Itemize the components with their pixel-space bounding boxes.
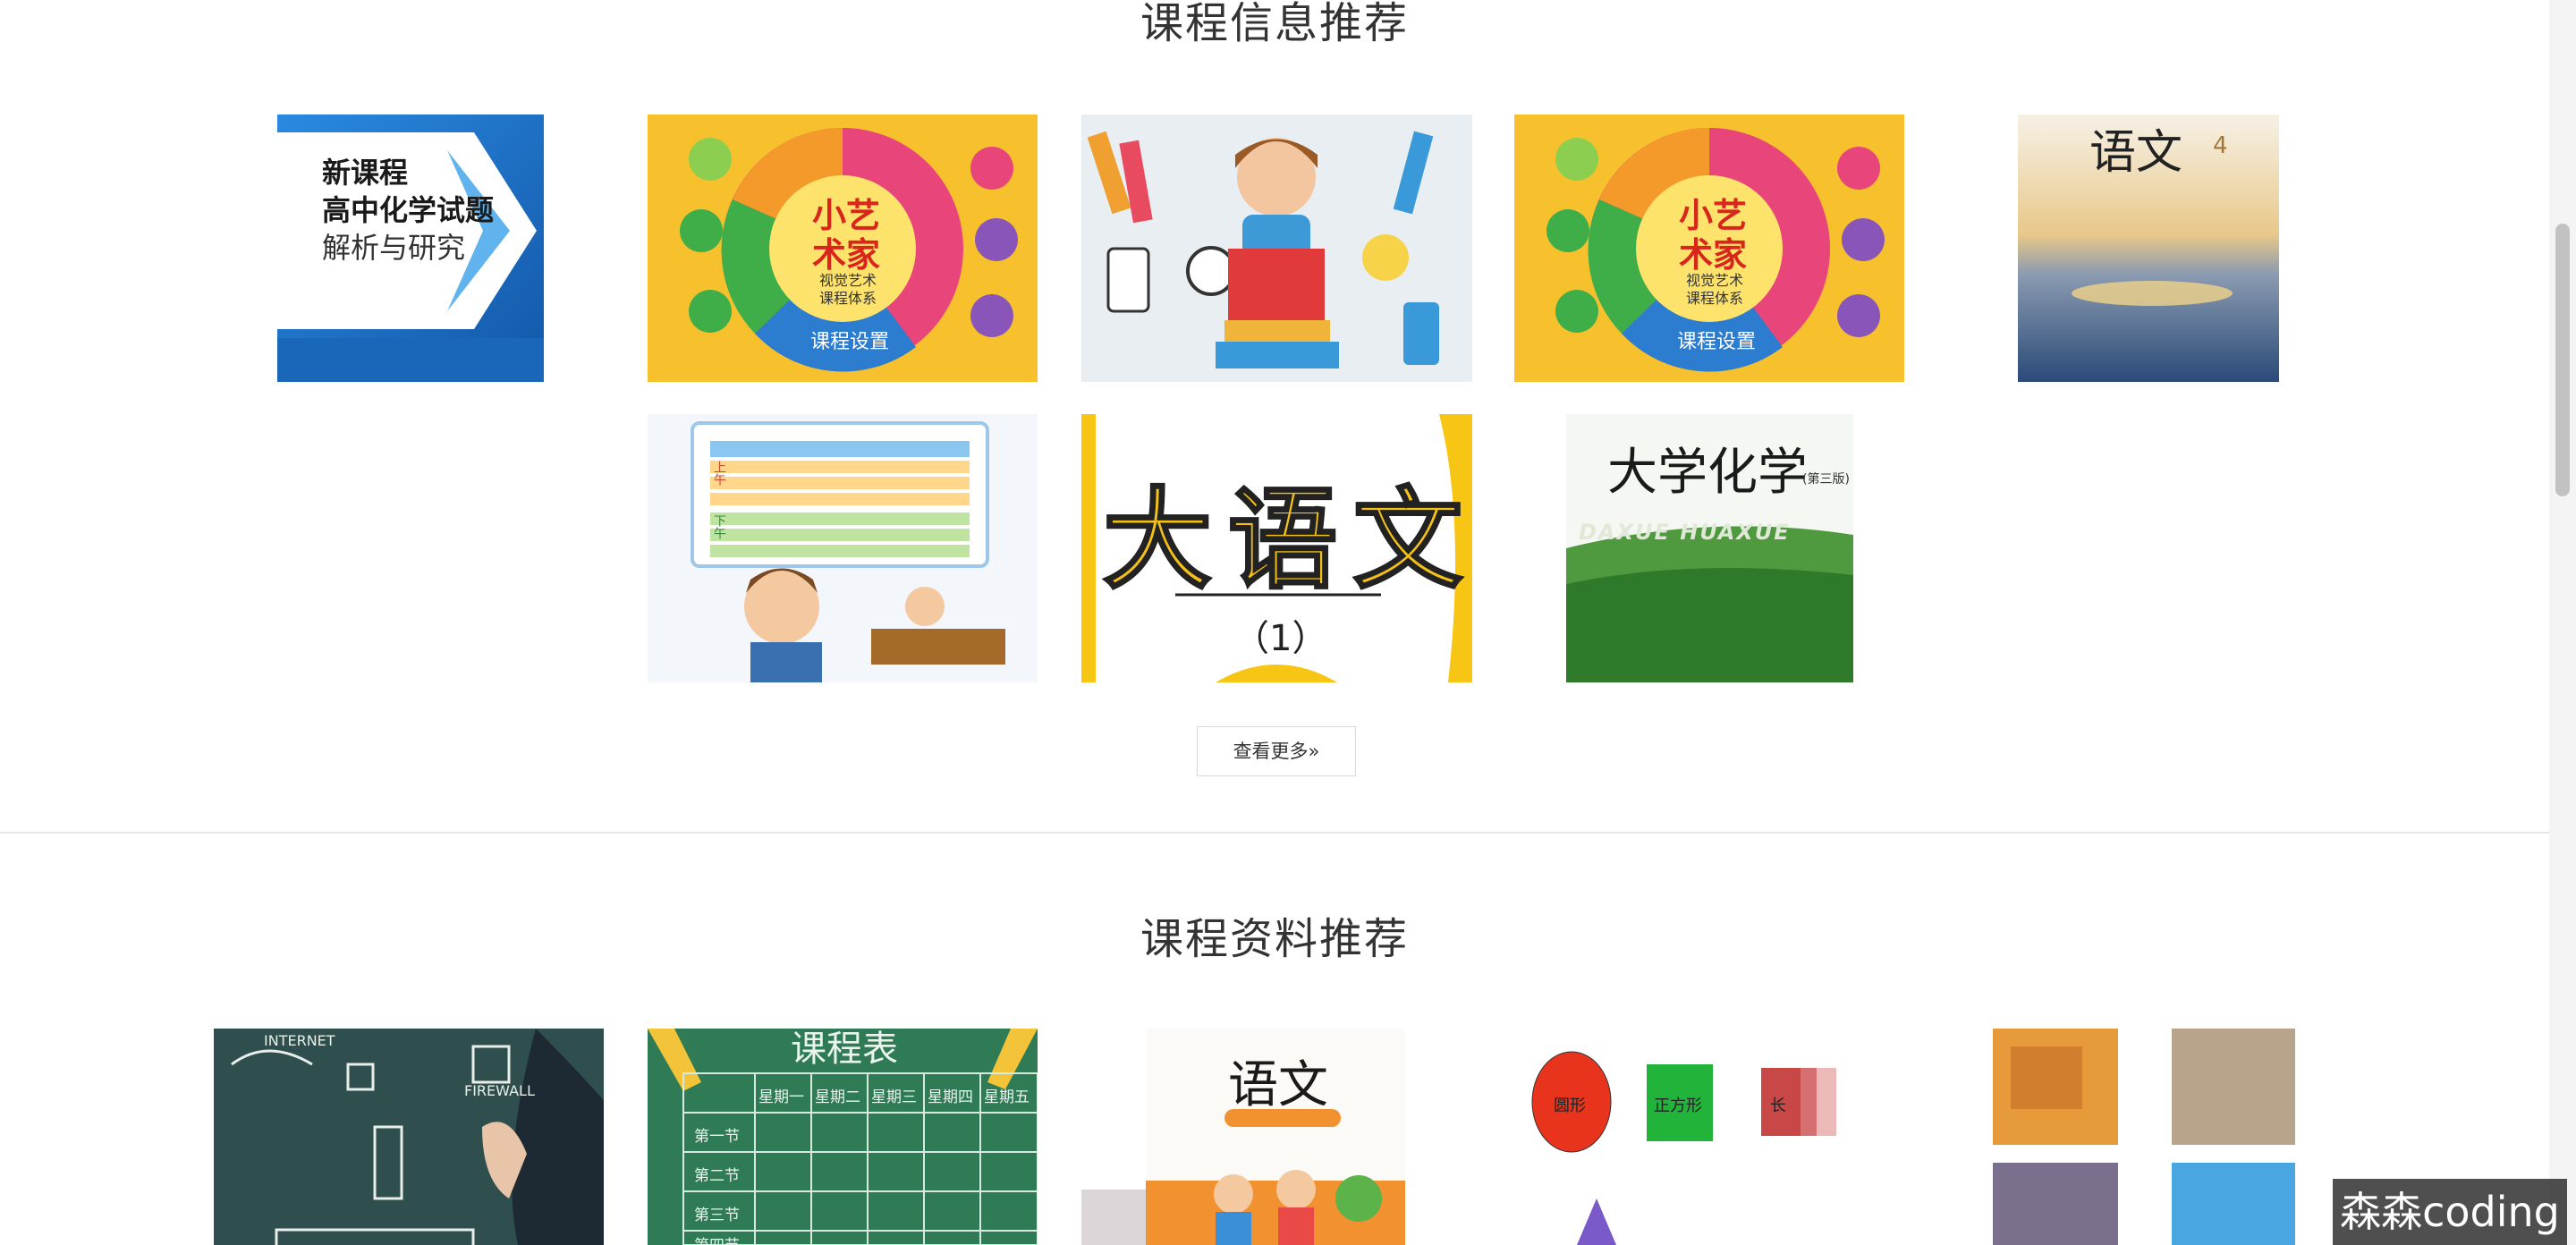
green-board-h5: 星期五 xyxy=(984,1088,1030,1106)
chem-book-line3: 解析与研究 xyxy=(322,231,466,265)
course-card-daxue-huaxue[interactable]: 大学化学 (第三版) DAXUE HUAXUE xyxy=(1566,414,1853,682)
chalkboard-art xyxy=(214,1029,604,1245)
material-card-shapes[interactable]: 圆形 正方形 长 xyxy=(1514,1029,1904,1245)
course-card-yuwen-4[interactable]: 语文 4 xyxy=(2018,114,2279,382)
green-board-r1: 第一节 xyxy=(694,1128,740,1146)
schedule-bottom-label: 下午 xyxy=(712,514,726,539)
green-board-r4: 第四节 xyxy=(694,1232,740,1245)
material-card-yuwen-grade[interactable]: 语文 xyxy=(1081,1029,1472,1245)
green-board-h1: 星期一 xyxy=(758,1088,804,1106)
material-card-green-board[interactable]: 课程表 星期一 星期二 星期三 星期四 星期五 第一节 第二节 第三节 第四节 xyxy=(648,1029,1038,1245)
course-card-art-wheel-1[interactable]: 小艺 术家 视觉艺术 课程体系 课程设置 xyxy=(648,114,1038,382)
green-board-h2: 星期二 xyxy=(815,1088,860,1106)
course-card-art-wheel-2[interactable]: 小艺 术家 视觉艺术 课程体系 课程设置 xyxy=(1514,114,1904,382)
yuwen-4-title: 语文 xyxy=(2089,126,2183,180)
daxue-huaxue-title: 大学化学 xyxy=(1607,444,1808,502)
green-board-h4: 星期四 xyxy=(928,1088,973,1106)
watermark-label: 森森coding xyxy=(2333,1179,2567,1245)
schedule-top-label: 上午 xyxy=(712,461,726,486)
photo-collage-art xyxy=(1993,1029,2295,1245)
section-title-course-info: 课程信息推荐 xyxy=(1140,0,1409,48)
chalkboard-word1: INTERNET xyxy=(264,1032,335,1049)
scrollbar-thumb[interactable] xyxy=(2555,224,2570,496)
daxue-huaxue-pinyin: DAXUE HUAXUE xyxy=(1579,520,1791,545)
daxue-huaxue-edition: (第三版) xyxy=(1802,472,1850,487)
art-wheel-footer: 课程设置 xyxy=(1677,331,1757,353)
yuwen-4-num: 4 xyxy=(2213,132,2228,159)
course-card-chemistry-book[interactable]: 新课程 高中化学试题 解析与研究 xyxy=(277,114,544,382)
shape-square-label: 正方形 xyxy=(1654,1097,1702,1115)
art-wheel-sub2: 课程体系 xyxy=(819,290,877,307)
shape-circle-label: 圆形 xyxy=(1554,1097,1586,1115)
green-board-h3: 星期三 xyxy=(871,1088,917,1106)
material-card-photo-collage[interactable] xyxy=(1993,1029,2295,1245)
chem-book-line1: 新课程 xyxy=(322,156,409,190)
boy-reading-illustration xyxy=(1087,131,1439,368)
course-card-schedule-kid[interactable]: 上午 下午 xyxy=(648,414,1038,682)
dayuwen-sub: （1） xyxy=(1233,618,1328,659)
scrollbar-track[interactable] xyxy=(2549,0,2576,1245)
shapes-art xyxy=(1514,1029,1904,1245)
green-board-r2: 第二节 xyxy=(694,1167,740,1185)
dayuwen-title: 大语文 xyxy=(1102,476,1472,606)
section-title-course-materials: 课程资料推荐 xyxy=(1140,914,1409,964)
art-wheel-footer: 课程设置 xyxy=(810,331,890,353)
green-board-title: 课程表 xyxy=(791,1029,898,1070)
section-divider xyxy=(0,832,2549,834)
chalkboard-word2: FIREWALL xyxy=(464,1082,535,1099)
see-more-button[interactable]: 查看更多» xyxy=(1197,726,1356,776)
yuwen-grade-title: 语文 xyxy=(1228,1056,1328,1114)
course-card-boy-reading[interactable] xyxy=(1081,114,1472,382)
art-wheel-sub2: 课程体系 xyxy=(1686,290,1744,307)
shape-rect-label: 长 xyxy=(1770,1097,1786,1115)
schedule-kid-illustration xyxy=(691,421,1005,682)
course-card-dayuwen[interactable]: 大语文 （1） xyxy=(1081,414,1472,682)
green-board-r3: 第三节 xyxy=(694,1207,740,1224)
chem-book-line2: 高中化学试题 xyxy=(322,193,495,227)
material-card-chalkboard[interactable]: INTERNET FIREWALL xyxy=(214,1029,604,1245)
